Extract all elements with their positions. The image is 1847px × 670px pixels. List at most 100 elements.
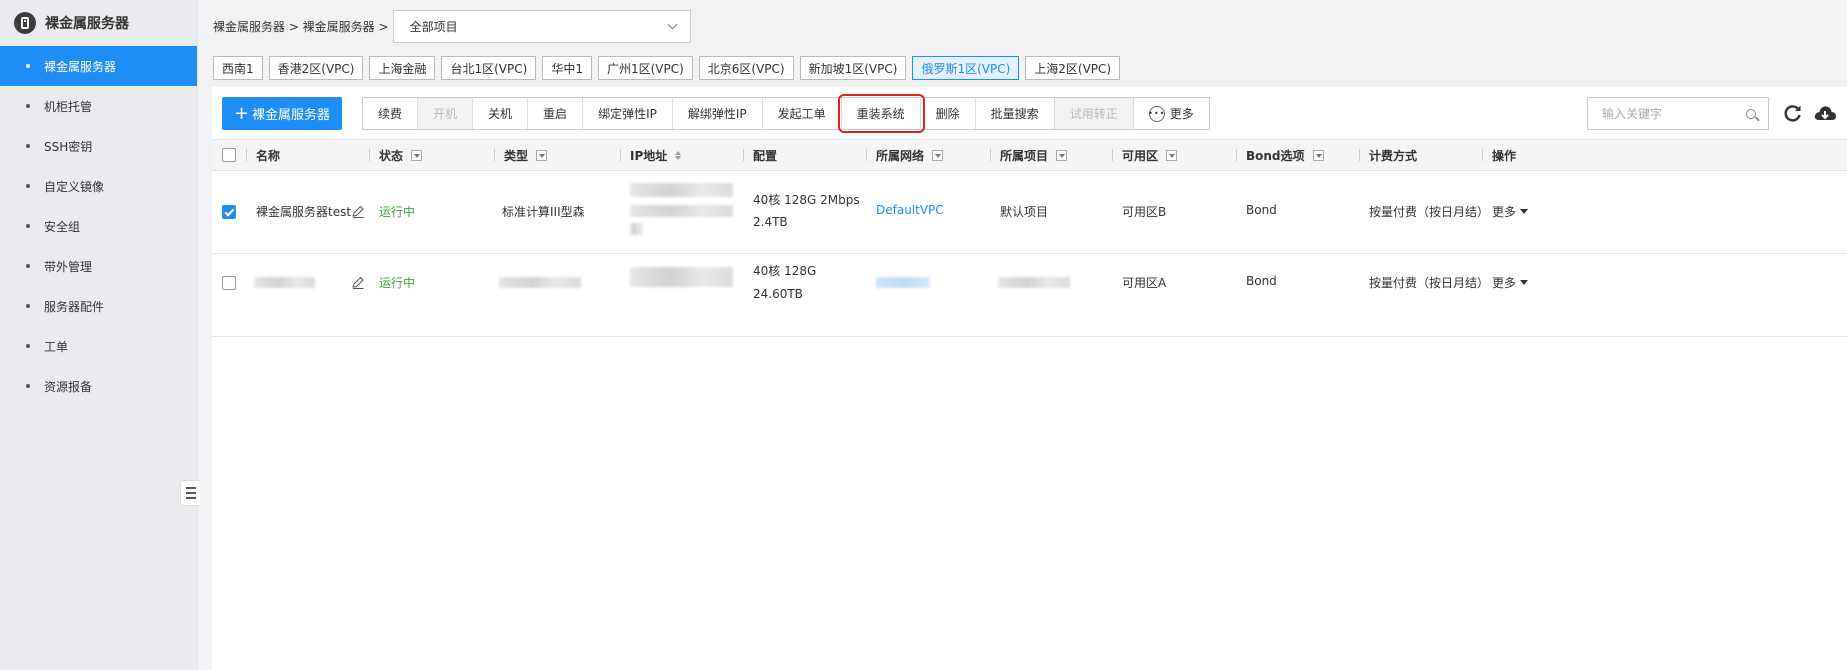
bullet-icon [26, 344, 30, 348]
region-tab-russia1[interactable]: 俄罗斯1区(VPC) [912, 56, 1020, 80]
project-select[interactable]: 全部项目 [392, 9, 691, 43]
search-input[interactable]: 输入关键字 [1587, 97, 1769, 130]
ip-address-redacted [630, 223, 642, 235]
row-more-menu[interactable]: 更多 [1492, 203, 1529, 220]
sidebar-item-resource-report[interactable]: 资源报备 [0, 366, 197, 406]
status-badge: 运行中 [379, 276, 416, 290]
trial-convert-button[interactable]: 试用转正 [1054, 98, 1134, 129]
table-row[interactable]: 裸金属服务器test 运行中 标准计算III型森 40核 128G 2Mbps … [212, 171, 1847, 254]
sidebar-item-tickets[interactable]: 工单 [0, 326, 197, 366]
network-link-redacted[interactable] [876, 277, 930, 288]
region-tab-beijing6[interactable]: 北京6区(VPC) [698, 56, 794, 80]
row-checkbox[interactable] [222, 205, 236, 219]
delete-button[interactable]: 删除 [920, 98, 976, 129]
unbind-eip-button[interactable]: 解绑弹性IP [672, 98, 763, 129]
billing-mode: 按量付费（按日月结） [1369, 276, 1490, 290]
filter-icon[interactable] [932, 149, 944, 161]
region-tab-huazhong1[interactable]: 华中1 [542, 56, 592, 80]
sidebar-item-ssh-keys[interactable]: SSH密钥 [0, 126, 197, 166]
bullet-icon [26, 264, 30, 268]
sidebar-brand: 裸金属服务器 [0, 0, 197, 46]
reinstall-system-button[interactable]: 重装系统 [837, 94, 925, 133]
column-header-network[interactable]: 所属网络 [866, 140, 944, 170]
column-header-type[interactable]: 类型 [494, 140, 548, 170]
bullet-icon [26, 384, 30, 388]
filter-icon[interactable] [1312, 149, 1324, 161]
action-button-group: 续费 开机 关机 重启 绑定弹性IP 解绑弹性IP 发起工单 重装系统 删除 批… [362, 94, 1210, 133]
server-type-redacted [499, 277, 581, 288]
row-more-menu[interactable]: 更多 [1492, 274, 1529, 291]
column-header-name[interactable]: 名称 [246, 140, 280, 170]
breadcrumb: 裸金属服务器 > 裸金属服务器 > [213, 19, 389, 34]
bind-eip-button[interactable]: 绑定弹性IP [583, 98, 673, 129]
column-header-actions: 操作 [1482, 140, 1516, 170]
column-header-ip[interactable]: IP地址 [620, 140, 682, 170]
create-server-button[interactable]: + 裸金属服务器 [222, 97, 342, 130]
chevron-down-icon [667, 19, 678, 29]
filter-icon[interactable] [536, 149, 548, 161]
create-ticket-button[interactable]: 发起工单 [762, 98, 842, 129]
bond-option: Bond [1246, 203, 1277, 217]
bullet-icon [26, 224, 30, 228]
column-header-project[interactable]: 所属项目 [990, 140, 1068, 170]
project-select-value: 全部项目 [409, 19, 458, 34]
caret-down-icon [1520, 209, 1529, 214]
region-tab-hongkong2[interactable]: 香港2区(VPC) [268, 56, 364, 80]
region-tab-singapore1[interactable]: 新加坡1区(VPC) [799, 56, 907, 80]
region-tab-guangzhou1[interactable]: 广州1区(VPC) [597, 56, 693, 80]
column-header-config[interactable]: 配置 [743, 140, 777, 170]
region-tab-taipei1[interactable]: 台北1区(VPC) [441, 56, 537, 80]
bullet-icon [26, 144, 30, 148]
column-header-zone[interactable]: 可用区 [1112, 140, 1178, 170]
project-name-redacted [998, 277, 1070, 288]
more-actions-button[interactable]: ••• 更多 [1133, 98, 1209, 129]
region-tab-xinan1[interactable]: 西南1 [213, 56, 263, 80]
sidebar-item-bare-metal[interactable]: 裸金属服务器 [0, 46, 197, 86]
edit-icon[interactable] [351, 205, 365, 219]
column-header-status[interactable]: 状态 [369, 140, 423, 170]
region-tab-shanghai-finance[interactable]: 上海金融 [369, 56, 436, 80]
project-name: 默认项目 [1000, 205, 1049, 219]
sort-icon[interactable] [675, 150, 682, 160]
sidebar-item-server-parts[interactable]: 服务器配件 [0, 286, 197, 326]
sidebar-item-custom-images[interactable]: 自定义镜像 [0, 166, 197, 206]
filter-icon[interactable] [1056, 149, 1068, 161]
content-panel: + 裸金属服务器 续费 开机 关机 重启 绑定弹性IP 解绑弹性IP 发起工单 … [212, 87, 1847, 670]
sidebar-item-out-of-band[interactable]: 带外管理 [0, 246, 197, 286]
row-checkbox[interactable] [222, 276, 236, 290]
sidebar-item-security-groups[interactable]: 安全组 [0, 206, 197, 246]
edit-icon[interactable] [351, 276, 365, 290]
cloud-download-icon[interactable] [1813, 103, 1837, 123]
batch-search-button[interactable]: 批量搜索 [975, 98, 1055, 129]
power-on-button[interactable]: 开机 [418, 98, 474, 129]
region-tab-shanghai2[interactable]: 上海2区(VPC) [1025, 56, 1121, 80]
bond-option: Bond [1246, 274, 1277, 288]
filter-icon[interactable] [411, 149, 423, 161]
network-link[interactable]: DefaultVPC [876, 203, 944, 217]
column-header-bond[interactable]: Bond选项 [1236, 140, 1324, 170]
sidebar-item-cabinet-hosting[interactable]: 机柜托管 [0, 86, 197, 126]
search-icon[interactable] [1746, 108, 1756, 119]
filter-icon[interactable] [1166, 149, 1178, 161]
bullet-icon [26, 104, 30, 108]
config-storage: 2.4TB [753, 215, 788, 229]
availability-zone: 可用区A [1122, 276, 1167, 290]
column-header-billing[interactable]: 计费方式 [1359, 140, 1417, 170]
refresh-icon[interactable] [1783, 103, 1803, 123]
restart-button[interactable]: 重启 [528, 98, 584, 129]
region-tabs: 西南1 香港2区(VPC) 上海金融 台北1区(VPC) 华中1 广州1区(VP… [213, 56, 1121, 80]
table-header: 名称 状态 类型 IP地址 配置 所属网络 所属项目 可用区 Bond选项 计费… [212, 139, 1847, 171]
renew-button[interactable]: 续费 [363, 98, 419, 129]
power-off-button[interactable]: 关机 [473, 98, 529, 129]
plus-icon: + [233, 102, 250, 124]
server-icon [14, 12, 36, 34]
main-area: 裸金属服务器 > 裸金属服务器 > 全部项目 西南1 香港2区(VPC) 上海金… [198, 0, 1847, 670]
toolbar: + 裸金属服务器 续费 开机 关机 重启 绑定弹性IP 解绑弹性IP 发起工单 … [222, 94, 1837, 133]
config-spec: 40核 128G [753, 264, 817, 278]
table-row[interactable]: 运行中 40核 128G 24.60TB 可用区A Bond 按量付费（按日月结… [212, 254, 1847, 337]
server-name[interactable]: 裸金属服务器test [256, 203, 351, 220]
sidebar-collapse-icon[interactable] [180, 480, 200, 506]
sidebar: 裸金属服务器 裸金属服务器 机柜托管 SSH密钥 自定义镜像 安全组 带外管理 … [0, 0, 200, 670]
select-all-checkbox[interactable] [222, 148, 236, 162]
ip-address-redacted [630, 183, 733, 197]
